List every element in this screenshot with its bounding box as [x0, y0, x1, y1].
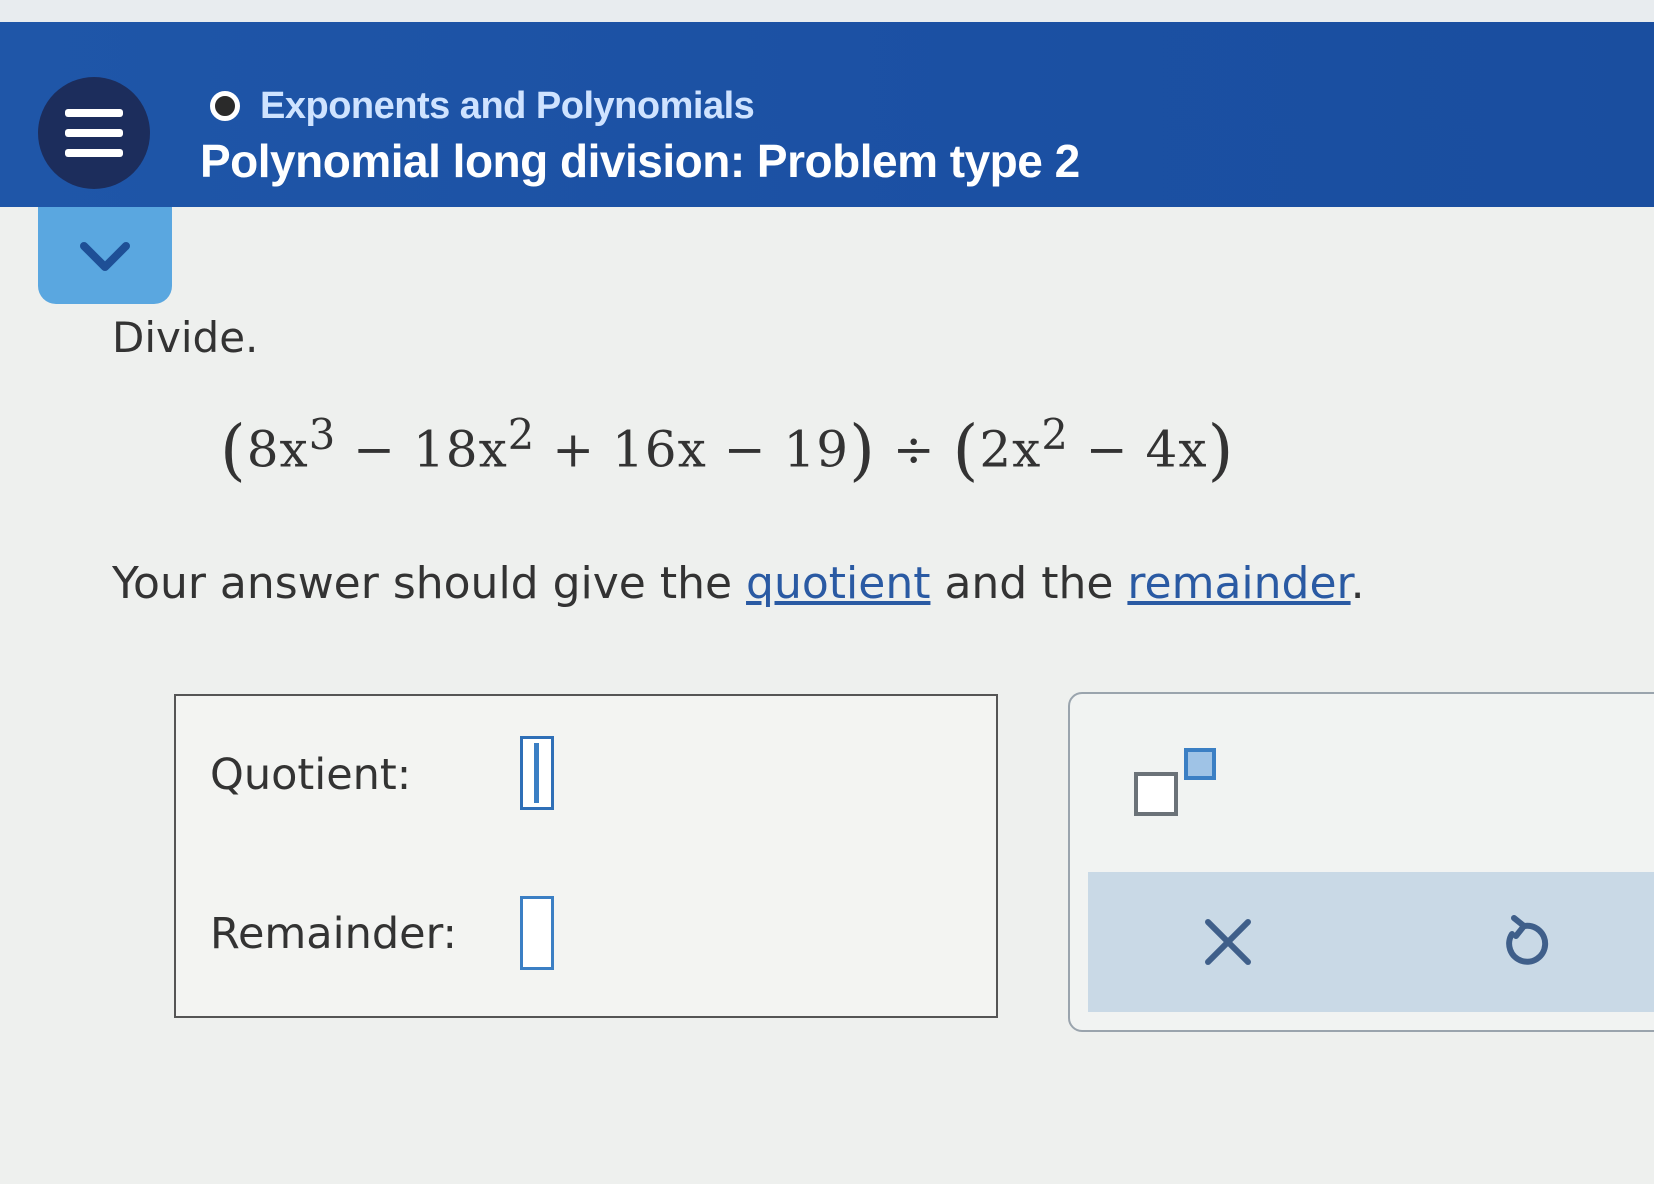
page-title: Polynomial long division: Problem type 2: [200, 135, 1080, 187]
divisor-term: 2x: [979, 420, 1042, 479]
divisor-term: − 4x: [1068, 420, 1208, 479]
open-paren: (: [952, 411, 980, 489]
undo-button[interactable]: [1492, 910, 1556, 978]
quotient-label: Quotient:: [210, 750, 412, 800]
dividend-term: 8x: [246, 420, 309, 479]
undo-icon: [1506, 915, 1549, 965]
topic-header: Exponents and Polynomials Polynomial lon…: [0, 22, 1654, 207]
answer-instructions: Your answer should give the quotient and…: [112, 558, 1365, 609]
hamburger-menu-icon: [65, 149, 123, 157]
divide-operator: ÷: [892, 420, 936, 479]
exponent: 2: [1041, 410, 1069, 459]
clear-button[interactable]: [1196, 910, 1260, 978]
quotient-link[interactable]: quotient: [746, 558, 930, 609]
exponent-button[interactable]: [1132, 744, 1222, 824]
exponent: 3: [308, 410, 337, 459]
remainder-link[interactable]: remainder: [1127, 558, 1350, 609]
progress-dot-icon: [210, 91, 240, 121]
hamburger-menu-icon: [65, 129, 123, 137]
menu-button[interactable]: [38, 77, 150, 189]
problem-instruction: Divide.: [112, 313, 259, 362]
breadcrumb-topic[interactable]: Exponents and Polynomials: [260, 85, 755, 128]
instruction-text: and the: [930, 558, 1128, 609]
instruction-text: Your answer should give the: [112, 558, 747, 609]
clear-x-icon: [1205, 919, 1251, 965]
top-strip: [0, 0, 1654, 22]
dividend-term: + 16x − 19: [535, 420, 850, 479]
math-tool-panel: [1068, 692, 1654, 1032]
breadcrumb[interactable]: Exponents and Polynomials: [210, 84, 755, 128]
close-paren: ): [849, 411, 876, 489]
exponent: 2: [507, 410, 536, 459]
tool-action-bar: [1088, 872, 1654, 1012]
close-paren: ): [1207, 411, 1235, 489]
instruction-text: .: [1350, 558, 1365, 609]
chevron-down-icon: [80, 241, 130, 271]
division-expression: (8x3 − 18x2 + 16x − 19) ÷ (2x2 − 4x): [220, 410, 1234, 489]
collapse-toggle-button[interactable]: [38, 207, 172, 304]
hamburger-menu-icon: [65, 109, 123, 117]
quotient-input[interactable]: [520, 736, 554, 810]
dividend-term: − 18x: [336, 420, 508, 479]
remainder-input[interactable]: [520, 896, 554, 970]
exponent-template-icon: [1134, 748, 1216, 816]
remainder-label: Remainder:: [210, 909, 457, 959]
answer-box: Quotient: Remainder:: [174, 694, 998, 1018]
open-paren: (: [220, 411, 247, 489]
